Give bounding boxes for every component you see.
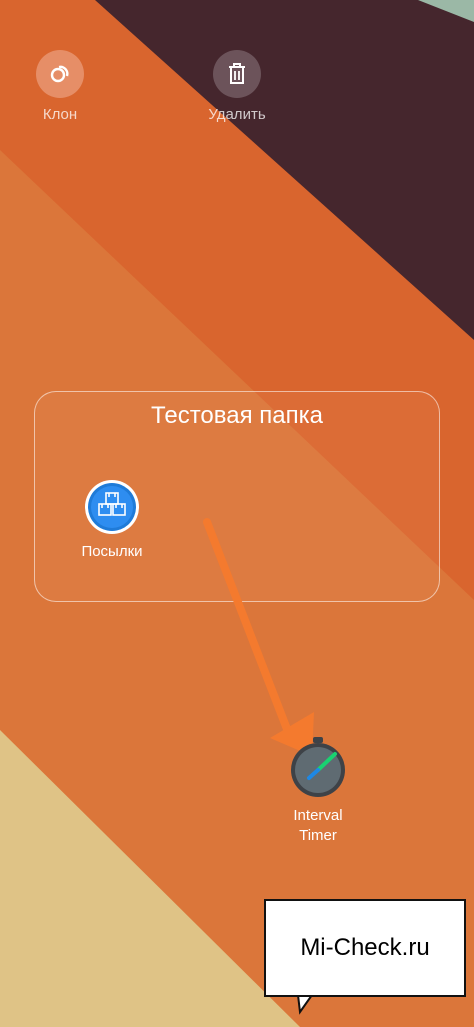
- watermark-tail: [296, 994, 314, 1015]
- watermark-bubble: Mi-Check.ru: [264, 899, 466, 997]
- watermark-text: Mi-Check.ru: [300, 934, 430, 961]
